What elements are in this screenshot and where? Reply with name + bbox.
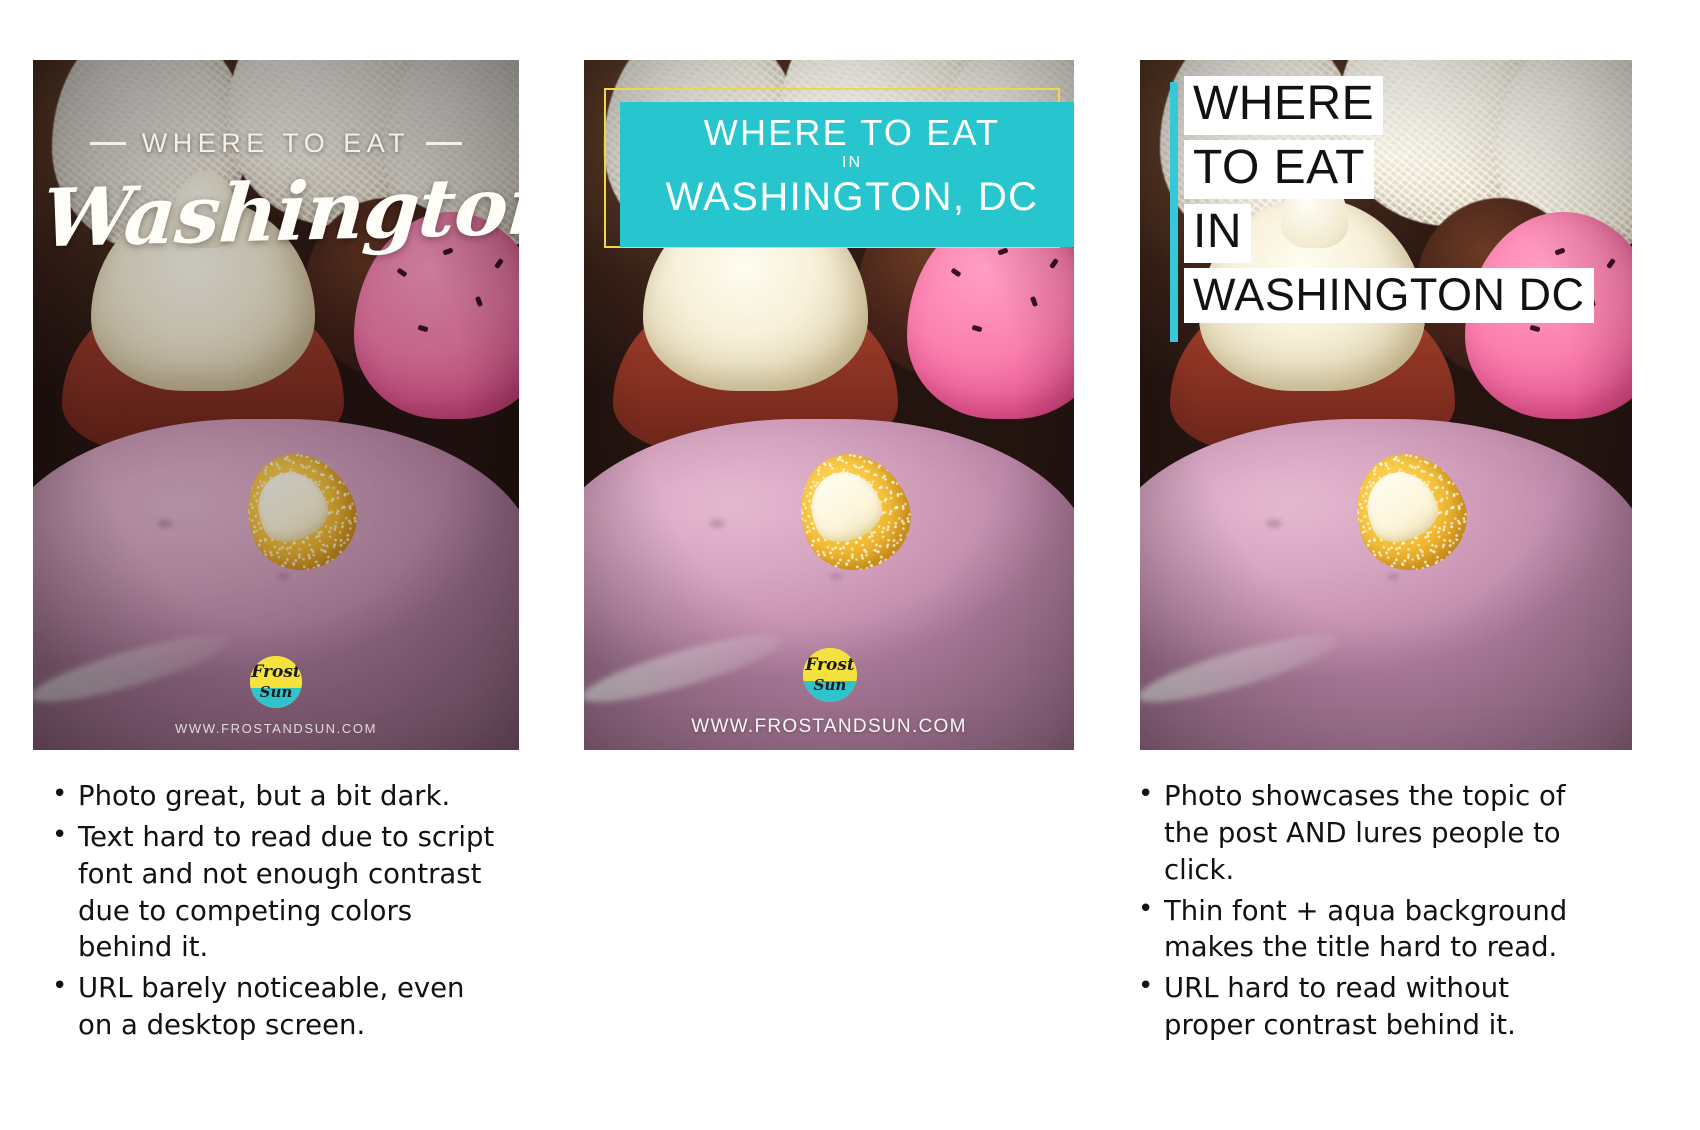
pin2-url: WWW.FROSTANDSUN.COM [691, 716, 967, 737]
pin-preview-3[interactable]: WHERE TO EAT IN WASHINGTON DC [1140, 60, 1632, 750]
logo-word-bottom: Sun [259, 683, 293, 702]
critique-list-1: Photo great, but a bit dark. Text hard t… [36, 777, 506, 1048]
list-item: URL barely noticeable, even on a desktop… [52, 969, 506, 1044]
panel-columns: WHERE TO EAT Washington, DC Frost Sun WW… [0, 0, 1700, 1130]
panel-column-2: WHERE TO EAT IN WASHINGTON, DC Frost Sun… [566, 0, 1567, 1130]
pin3-title-line-4: WASHINGTON DC [1184, 267, 1594, 324]
logo-word-bottom: Sun [813, 676, 847, 695]
list-item: Photo great, but a bit dark. [52, 777, 506, 815]
logo-word-top: Frost [251, 662, 301, 683]
logo-word-top: Frost [805, 654, 855, 675]
pin3-accent-bar [1170, 82, 1178, 342]
pin1-url: WWW.FROSTANDSUN.COM [174, 721, 378, 736]
frost-and-sun-logo: Frost Sun [803, 648, 857, 702]
pin3-title-line-3: IN [1184, 203, 1251, 263]
frost-and-sun-logo: Frost Sun [250, 656, 302, 708]
pin1-kicker-text: WHERE TO EAT [141, 128, 411, 158]
panel-column-1: WHERE TO EAT Washington, DC Frost Sun WW… [0, 0, 566, 1130]
list-item: Text hard to read due to script font and… [52, 818, 506, 966]
pin2-title-line1: WHERE TO EAT [703, 112, 1001, 153]
pin2-title-line2: WASHINGTON, DC [665, 175, 1039, 220]
dash-left-icon [89, 142, 126, 145]
comparison-infographic: WHERE TO EAT Washington, DC Frost Sun WW… [0, 0, 1700, 1130]
panel-column-3: WHERE TO EAT IN WASHINGTON DC Large font… [1132, 0, 1698, 1130]
dash-right-icon [426, 142, 463, 145]
pin3-title-line-2: TO EAT [1184, 139, 1374, 199]
pin3-title-stack: WHERE TO EAT IN WASHINGTON DC [1184, 76, 1594, 324]
pin1-script-title: Washington, DC [38, 153, 519, 266]
pin1-kicker: WHERE TO EAT [33, 128, 519, 159]
pin2-title-connector: IN [842, 154, 862, 172]
pin2-aqua-title-block: WHERE TO EAT IN WASHINGTON, DC [620, 102, 1074, 247]
pin-preview-2[interactable]: WHERE TO EAT IN WASHINGTON, DC Frost Sun… [584, 60, 1074, 750]
pin-preview-1[interactable]: WHERE TO EAT Washington, DC Frost Sun WW… [33, 60, 519, 750]
pin3-title-line-1: WHERE [1184, 76, 1384, 135]
